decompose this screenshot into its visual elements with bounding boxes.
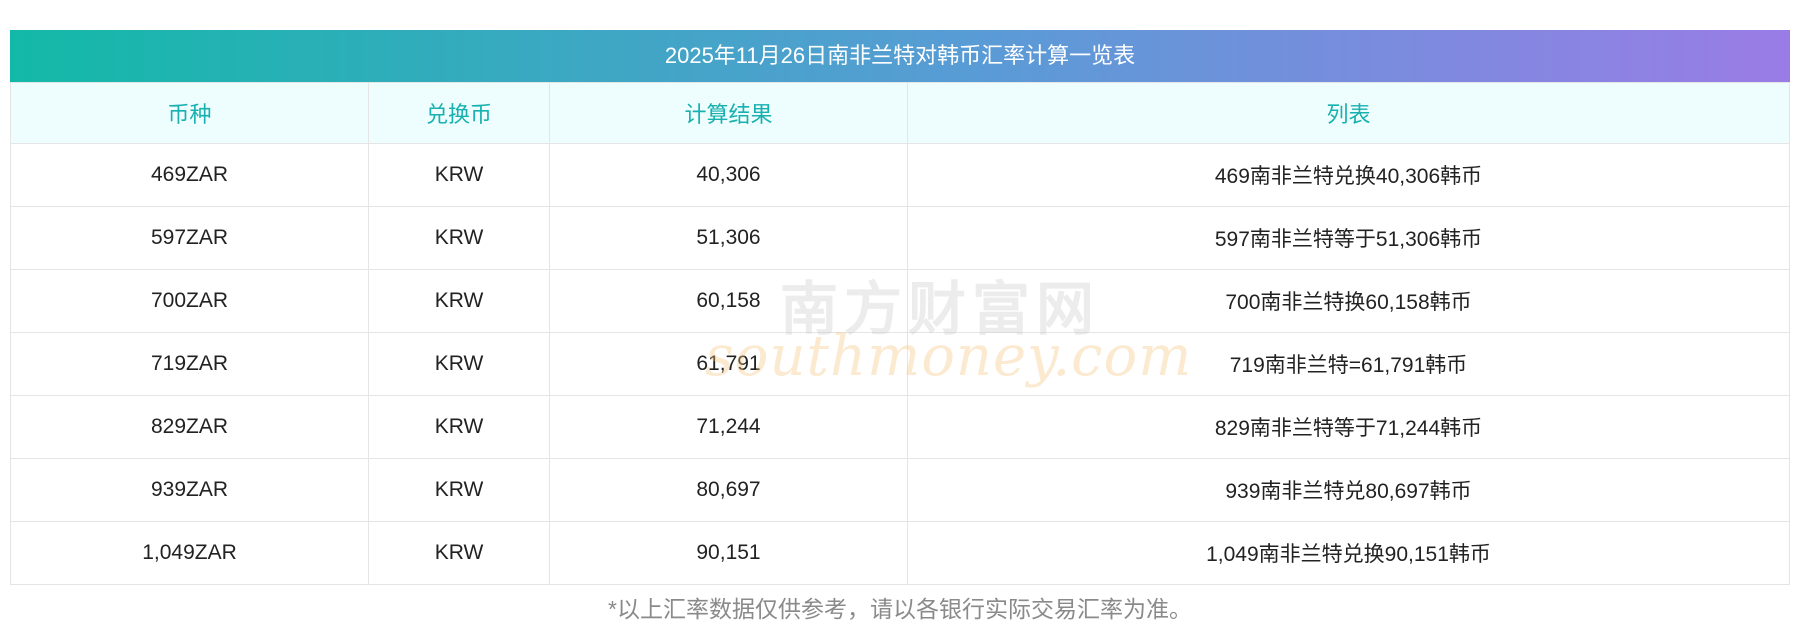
cell-currency: 719ZAR — [10, 332, 369, 396]
cell-desc: 1,049南非兰特兑换90,151韩币 — [907, 521, 1790, 585]
cell-desc: 700南非兰特换60,158韩币 — [907, 269, 1790, 333]
cell-target: KRW — [368, 332, 550, 396]
table-row: 1,049ZAR KRW 90,151 1,049南非兰特兑换90,151韩币 — [10, 521, 1790, 585]
header-list: 列表 — [907, 82, 1790, 144]
header-target: 兑换币 — [368, 82, 550, 144]
table-row: 469ZAR KRW 40,306 469南非兰特兑换40,306韩币 — [10, 143, 1790, 207]
cell-currency: 700ZAR — [10, 269, 369, 333]
table-row: 829ZAR KRW 71,244 829南非兰特等于71,244韩币 — [10, 395, 1790, 459]
cell-result: 51,306 — [549, 206, 908, 270]
cell-result: 60,158 — [549, 269, 908, 333]
rate-table: 币种 兑换币 计算结果 列表 469ZAR KRW 40,306 469南非兰特… — [10, 82, 1790, 585]
cell-result: 90,151 — [549, 521, 908, 585]
cell-target: KRW — [368, 521, 550, 585]
cell-result: 71,244 — [549, 395, 908, 459]
cell-target: KRW — [368, 206, 550, 270]
cell-currency: 1,049ZAR — [10, 521, 369, 585]
disclaimer-text: *以上汇率数据仅供参考，请以各银行实际交易汇率为准。 — [608, 596, 1192, 622]
cell-currency: 939ZAR — [10, 458, 369, 522]
cell-result: 40,306 — [549, 143, 908, 207]
cell-result: 80,697 — [549, 458, 908, 522]
cell-target: KRW — [368, 458, 550, 522]
cell-desc: 939南非兰特兑80,697韩币 — [907, 458, 1790, 522]
cell-result: 61,791 — [549, 332, 908, 396]
table-row: 700ZAR KRW 60,158 700南非兰特换60,158韩币 — [10, 269, 1790, 333]
cell-target: KRW — [368, 143, 550, 207]
table-title: 2025年11月26日南非兰特对韩币汇率计算一览表 — [10, 30, 1790, 82]
header-currency: 币种 — [10, 82, 369, 144]
cell-desc: 719南非兰特=61,791韩币 — [907, 332, 1790, 396]
cell-target: KRW — [368, 269, 550, 333]
cell-target: KRW — [368, 395, 550, 459]
cell-desc: 829南非兰特等于71,244韩币 — [907, 395, 1790, 459]
header-result: 计算结果 — [549, 82, 908, 144]
cell-currency: 829ZAR — [10, 395, 369, 459]
table-header-row: 币种 兑换币 计算结果 列表 — [10, 82, 1790, 144]
table-row: 939ZAR KRW 80,697 939南非兰特兑80,697韩币 — [10, 458, 1790, 522]
cell-desc: 597南非兰特等于51,306韩币 — [907, 206, 1790, 270]
cell-desc: 469南非兰特兑换40,306韩币 — [907, 143, 1790, 207]
rate-table-container: 2025年11月26日南非兰特对韩币汇率计算一览表 币种 兑换币 计算结果 列表… — [10, 30, 1790, 585]
cell-currency: 597ZAR — [10, 206, 369, 270]
cell-currency: 469ZAR — [10, 143, 369, 207]
table-row: 719ZAR KRW 61,791 719南非兰特=61,791韩币 — [10, 332, 1790, 396]
table-row: 597ZAR KRW 51,306 597南非兰特等于51,306韩币 — [10, 206, 1790, 270]
